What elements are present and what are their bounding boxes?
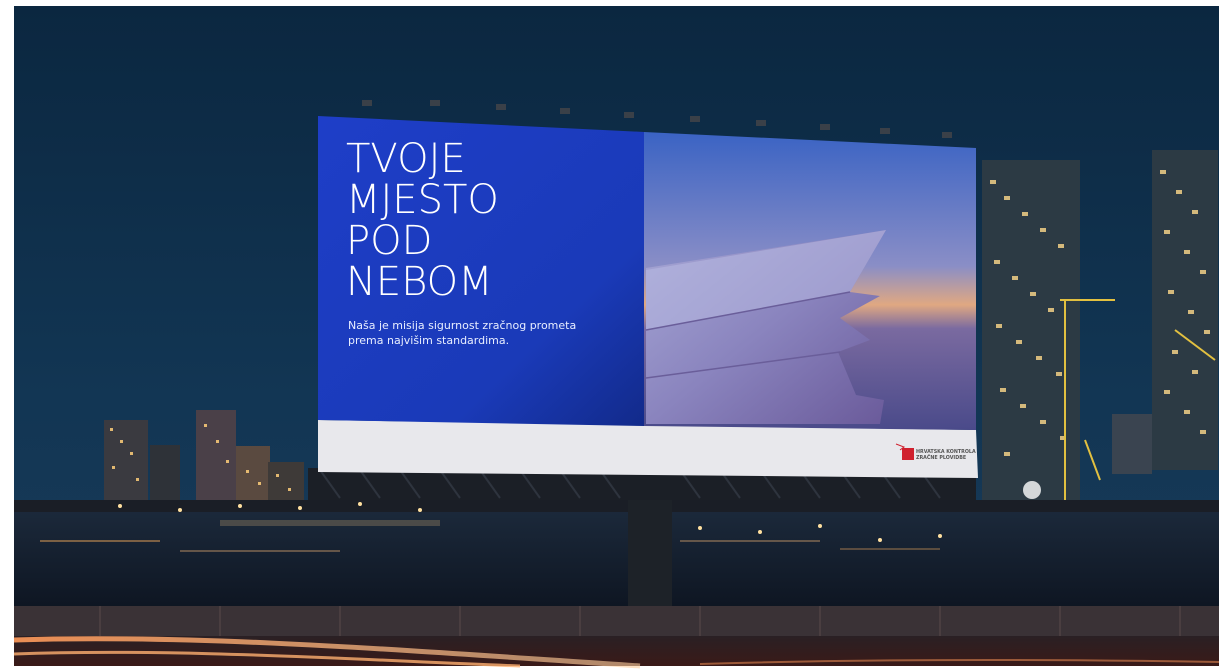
river — [14, 505, 1219, 615]
subline-1: Naša je misija sigurnost zračnog prometa — [348, 319, 576, 332]
logo-line-1: HRVATSKA KONTROLA — [916, 449, 976, 455]
overpass-wall — [14, 606, 1219, 636]
headline-line-4: NEBOM — [346, 259, 493, 305]
headline-line-2: MJESTO — [346, 177, 499, 223]
logo-line-2: ZRAČNE PLOVIDBE — [916, 454, 966, 461]
night-city-billboard-scene: TVOJE MJESTO POD NEBOM Naša je misija si… — [0, 0, 1219, 671]
headline-line-1: TVOJE — [346, 136, 466, 182]
logo-red-square — [902, 448, 914, 460]
subline-2: prema najvišim standardima. — [348, 334, 509, 347]
headline-line-3: POD — [346, 218, 432, 264]
